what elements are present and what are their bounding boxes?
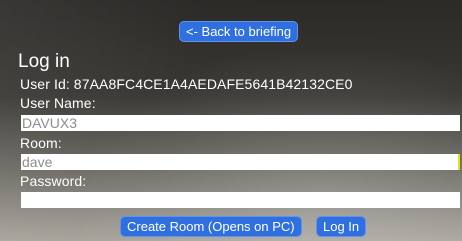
username-label: User Name: <box>20 95 96 111</box>
room-field[interactable]: dave <box>21 154 460 170</box>
back-to-briefing-button[interactable]: <- Back to briefing <box>179 21 299 42</box>
field-caret <box>458 154 460 170</box>
page-title: Log in <box>18 51 70 72</box>
user-id-text: User Id: 87AA8FC4CE1A4AEDAFE5641B42132CE… <box>20 76 353 92</box>
room-label: Room: <box>20 135 62 151</box>
password-label: Password: <box>20 173 87 189</box>
username-field[interactable]: DAVUX3 <box>21 115 460 131</box>
log-in-button[interactable]: Log In <box>316 216 367 237</box>
create-room-button[interactable]: Create Room (Opens on PC) <box>120 216 302 237</box>
password-field[interactable] <box>21 192 460 208</box>
